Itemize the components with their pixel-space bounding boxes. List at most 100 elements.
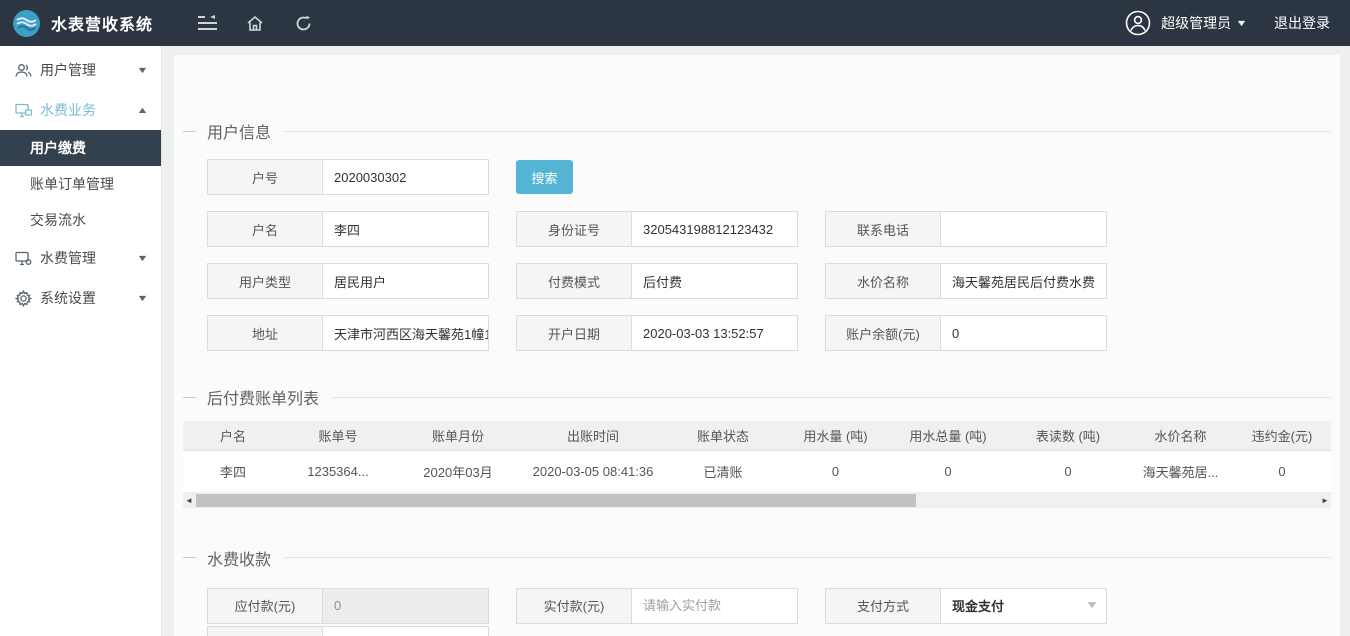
- field-label: 开户日期: [517, 316, 632, 350]
- refresh-icon[interactable]: [279, 15, 327, 32]
- field-label: 地址: [208, 316, 323, 350]
- cell-water-used: 0: [783, 450, 888, 492]
- sidebar-subitem-transaction-flow[interactable]: 交易流水: [0, 202, 161, 238]
- topbar-icon-group: [183, 15, 327, 32]
- chevron-up-icon: ▲: [136, 105, 148, 115]
- phone-value: [941, 212, 1106, 246]
- id-card-value: 320543198812123432: [632, 212, 797, 246]
- sidebar-item-system-settings[interactable]: 系统设置 ▼: [0, 278, 161, 318]
- field-label: 支付方式: [826, 589, 941, 623]
- sidebar-item-label: 水费管理: [40, 248, 96, 268]
- section-title-user-info: 用户信息: [183, 55, 1331, 143]
- cell-bill-status: 已清账: [663, 450, 783, 492]
- cell-name: 李四: [183, 450, 283, 492]
- scrollbar-thumb[interactable]: [196, 494, 916, 507]
- phone-field: 联系电话: [825, 211, 1107, 247]
- col-header: 违约金(元): [1233, 421, 1331, 450]
- scroll-right-icon[interactable]: ►: [1319, 493, 1331, 508]
- cell-bill-no: 1235364...: [283, 450, 393, 492]
- col-header: 用水量 (吨): [783, 421, 888, 450]
- monitor-gear-icon: [14, 249, 32, 267]
- sidebar-item-label: 用户管理: [40, 60, 96, 80]
- app-window: 水表营收系统: [0, 0, 1350, 636]
- cell-meter-reading: 0: [1008, 450, 1128, 492]
- sidebar-subitem-user-pay[interactable]: 用户缴费: [0, 130, 161, 166]
- col-header: 出账时间: [523, 421, 663, 450]
- field-label: 身份证号: [517, 212, 632, 246]
- sidebar-item-label: 水费业务: [40, 100, 96, 120]
- address-value: 天津市河西区海天馨苑1幢1单: [323, 316, 488, 350]
- address-field: 地址 天津市河西区海天馨苑1幢1单: [207, 315, 489, 351]
- user-menu[interactable]: 超级管理员 ▼: [1161, 13, 1246, 33]
- col-header: 户名: [183, 421, 283, 450]
- sidebar-subitem-bill-order-mgmt[interactable]: 账单订单管理: [0, 166, 161, 202]
- col-header: 账单状态: [663, 421, 783, 450]
- search-button[interactable]: 搜索: [516, 160, 573, 194]
- chevron-down-icon: ▼: [136, 65, 148, 75]
- payable-field: 应付款(元) 0: [207, 588, 489, 624]
- paid-input[interactable]: [643, 598, 786, 613]
- cell-water-total: 0: [888, 450, 1008, 492]
- field-label: 户号: [208, 160, 323, 194]
- field-label: 水价名称: [826, 264, 941, 298]
- pay-mode-value: 后付费: [632, 264, 797, 298]
- col-header: 水价名称: [1128, 421, 1233, 450]
- sidebar-item-water-mgmt[interactable]: 水费管理 ▼: [0, 238, 161, 278]
- field-label: 应付款(元): [208, 589, 323, 623]
- chevron-down-icon: ▼: [136, 293, 148, 303]
- section-title-payment: 水费收款: [183, 546, 1331, 570]
- price-name-value: 海天馨苑居民后付费水费: [941, 264, 1106, 298]
- field-label: 户名: [208, 212, 323, 246]
- open-date-value: 2020-03-03 13:52:57: [632, 316, 797, 350]
- users-icon: [14, 61, 32, 79]
- topbar-right: 超级管理员 ▼ 退出登录: [1125, 10, 1330, 36]
- sidebar-item-user-mgmt[interactable]: 用户管理 ▼: [0, 50, 161, 90]
- home-icon[interactable]: [231, 15, 279, 32]
- app-logo-icon: [13, 10, 40, 37]
- section-title-bill-list: 后付费账单列表: [183, 385, 1331, 409]
- horizontal-scrollbar[interactable]: ◄ ►: [183, 493, 1331, 508]
- sidebar-item-water-biz[interactable]: 水费业务 ▲: [0, 90, 161, 130]
- receipt-template-select[interactable]: 票据模板 请选择 ▼: [207, 626, 489, 636]
- open-date-field: 开户日期 2020-03-03 13:52:57: [516, 315, 798, 351]
- price-name-field: 水价名称 海天馨苑居民后付费水费: [825, 263, 1107, 299]
- user-name: 超级管理员: [1161, 13, 1231, 33]
- top-bar: 水表营收系统: [0, 0, 1350, 46]
- table-header-row: 户名 账单号 账单月份 出账时间 账单状态 用水量 (吨) 用水总量 (吨) 表…: [183, 421, 1331, 450]
- field-label: 票据模板: [208, 627, 323, 636]
- collapse-menu-icon[interactable]: [183, 15, 231, 32]
- user-type-value: 居民用户: [323, 264, 488, 298]
- field-label: 联系电话: [826, 212, 941, 246]
- account-no-input[interactable]: [334, 170, 477, 185]
- content-panel: 用户信息 户号 搜索 户名 李四 身份证号: [174, 55, 1340, 636]
- cell-bill-time: 2020-03-05 08:41:36: [523, 450, 663, 492]
- scroll-left-icon[interactable]: ◄: [183, 493, 195, 508]
- gear-icon: [14, 289, 32, 307]
- col-header: 用水总量 (吨): [888, 421, 1008, 450]
- payment-form: 应付款(元) 0 实付款(元) 支付方式 现金支付 ▼: [174, 588, 1340, 636]
- table-row[interactable]: 李四 1235364... 2020年03月 2020-03-05 08:41:…: [183, 450, 1331, 492]
- name-value: 李四: [323, 212, 488, 246]
- cell-price-name: 海天馨苑居...: [1128, 450, 1233, 492]
- col-header: 账单月份: [393, 421, 523, 450]
- balance-value: 0: [941, 316, 1106, 350]
- payment-method-value: 现金支付: [952, 596, 1004, 615]
- bill-table: 户名 账单号 账单月份 出账时间 账单状态 用水量 (吨) 用水总量 (吨) 表…: [183, 421, 1331, 493]
- col-header: 表读数 (吨): [1008, 421, 1128, 450]
- payable-value: 0: [323, 589, 488, 623]
- account-no-field: 户号: [207, 159, 489, 195]
- payment-method-select[interactable]: 支付方式 现金支付 ▼: [825, 588, 1107, 624]
- user-info-form: 户号 搜索 户名 李四 身份证号 320543198812123432: [174, 159, 1340, 351]
- section-title-text: 水费收款: [207, 546, 271, 570]
- paid-field: 实付款(元): [516, 588, 798, 624]
- section-title-text: 后付费账单列表: [207, 385, 319, 409]
- section-title-text: 用户信息: [207, 87, 271, 143]
- field-label: 账户余额(元): [826, 316, 941, 350]
- cell-penalty: 0: [1233, 450, 1331, 492]
- cell-bill-month: 2020年03月: [393, 450, 523, 492]
- user-avatar-icon[interactable]: [1125, 10, 1151, 36]
- name-field: 户名 李四: [207, 211, 489, 247]
- field-label: 实付款(元): [517, 589, 632, 623]
- logout-button[interactable]: 退出登录: [1274, 13, 1330, 33]
- balance-field: 账户余额(元) 0: [825, 315, 1107, 351]
